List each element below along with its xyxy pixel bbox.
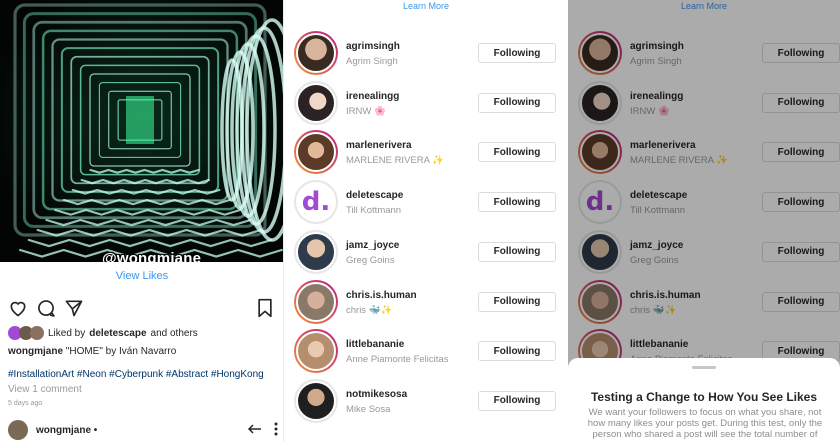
following-button[interactable]: Following [478,341,556,362]
likes-test-sheet: Testing a Change to How You See Likes We… [568,358,840,442]
liker-row[interactable]: notmikesosa Mike Sosa Following [284,378,568,429]
liker-fullname: chris 🐳✨ [346,304,393,316]
reply-arrow-icon[interactable] [247,423,262,437]
following-button[interactable]: Following [478,43,556,63]
sheet-body: We want your followers to focus on what … [587,407,823,440]
avatar [296,132,336,173]
screenshot-collage: @wongmjane View Likes Liked by deletesca… [0,0,840,442]
following-button[interactable]: Following [478,390,556,411]
next-post-username[interactable]: wongmjane • [36,425,97,436]
liker-fullname: IRNW 🌸 [346,105,386,117]
liker-fullname: Greg Goins [346,254,395,266]
liked-by-suffix[interactable]: and others [151,328,198,339]
liker-row[interactable]: d. deletescape Till Kottmann Following [284,180,568,230]
avatar [296,82,336,123]
liker-row[interactable]: littlebananie Anne Piamonte Felicitas Foll… [284,329,568,379]
following-button[interactable]: Following [478,92,556,113]
learn-more-link[interactable]: Learn More [284,1,568,11]
liker-fullname: Agrim Singh [346,56,398,67]
liker-fullname: Anne Piamonte Felicitas [346,354,449,366]
liker-fullname: Till Kottmann [346,205,402,217]
following-button[interactable]: Following [478,142,556,163]
sheet-drag-handle[interactable] [692,366,716,369]
story-ring[interactable] [294,378,338,423]
liker-row[interactable]: jamz_joyce Greg Goins Following [284,229,568,280]
liker-username[interactable]: littlebananie [346,339,404,350]
comment-icon[interactable] [36,298,56,323]
liker-username[interactable]: irenealingg [346,91,399,102]
liked-by-line: Liked by deletescape and others [8,326,198,340]
post-photo[interactable]: @wongmjane [0,0,283,262]
story-ring[interactable]: d. [294,180,338,225]
avatar [296,331,336,372]
caption-text: "HOME" by Iván Navarro [65,346,177,357]
post-action-bar [8,298,278,320]
liker-avatar-3 [30,326,44,340]
liker-row[interactable]: marlenerivera MARLENE RIVERA ✨ Following [284,130,568,180]
liker-row[interactable]: chris.is.human chris 🐳✨ Following [284,279,568,330]
story-ring[interactable] [294,130,338,175]
likers-panel-with-sheet: Learn More agrimsingh Agrim Singh Followin… [568,0,840,442]
post-panel: @wongmjane View Likes Liked by deletesca… [0,0,284,442]
neon-tunnel-image [0,0,283,262]
story-ring[interactable] [294,80,338,125]
share-icon[interactable] [64,298,84,323]
following-button[interactable]: Following [478,192,556,213]
avatar [296,231,336,272]
liked-by-prefix: Liked by [48,327,86,339]
liker-fullname: Mike Sosa [346,403,391,415]
following-button[interactable]: Following [478,241,556,262]
sheet-title: Testing a Change to How You See Likes [590,390,818,404]
likers-panel: Learn More agrimsingh Agrim Singh Followin… [284,0,568,442]
story-ring[interactable] [294,329,338,374]
more-options-icon[interactable] [274,422,278,439]
post-caption: wongmjane "HOME" by Iván Navarro [8,346,176,357]
liker-username[interactable]: chris.is.human [346,290,417,301]
view-likes-link[interactable]: View Likes [0,270,283,282]
avatar [296,380,336,421]
heart-icon[interactable] [8,298,28,323]
avatar [296,33,336,73]
story-ring[interactable] [294,279,338,324]
story-ring[interactable] [294,229,338,274]
avatar[interactable] [8,420,28,440]
caption-hashtags[interactable]: #InstallationArt #Neon #Cyberpunk #Abstr… [8,369,264,380]
bookmark-icon[interactable] [256,298,274,323]
liker-username[interactable]: notmikesosa [346,389,407,400]
liker-username[interactable]: agrimsingh [346,41,400,52]
liked-by-user[interactable]: deletescape [89,328,146,339]
following-button[interactable]: Following [478,291,556,312]
liker-username[interactable]: deletescape [346,190,403,201]
avatar [296,281,336,322]
photo-user-tag[interactable]: @wongmjane [102,250,201,262]
next-post-header: wongmjane • [8,420,278,440]
post-timestamp: 5 days ago [8,400,43,407]
liker-username[interactable]: marlenerivera [346,140,412,151]
caption-username[interactable]: wongmjane [8,346,63,357]
liker-row[interactable]: irenealingg IRNW 🌸 Following [284,80,568,131]
liker-username[interactable]: jamz_joyce [346,240,399,251]
story-ring[interactable] [294,31,338,75]
view-comments-link[interactable]: View 1 comment [8,384,82,395]
d-logo-glyph: d. [301,187,331,218]
deletescape-logo: d. [296,182,336,223]
liker-row[interactable]: agrimsingh Agrim Singh Following [284,31,568,81]
liker-fullname: MARLENE RIVERA ✨ [346,155,444,167]
